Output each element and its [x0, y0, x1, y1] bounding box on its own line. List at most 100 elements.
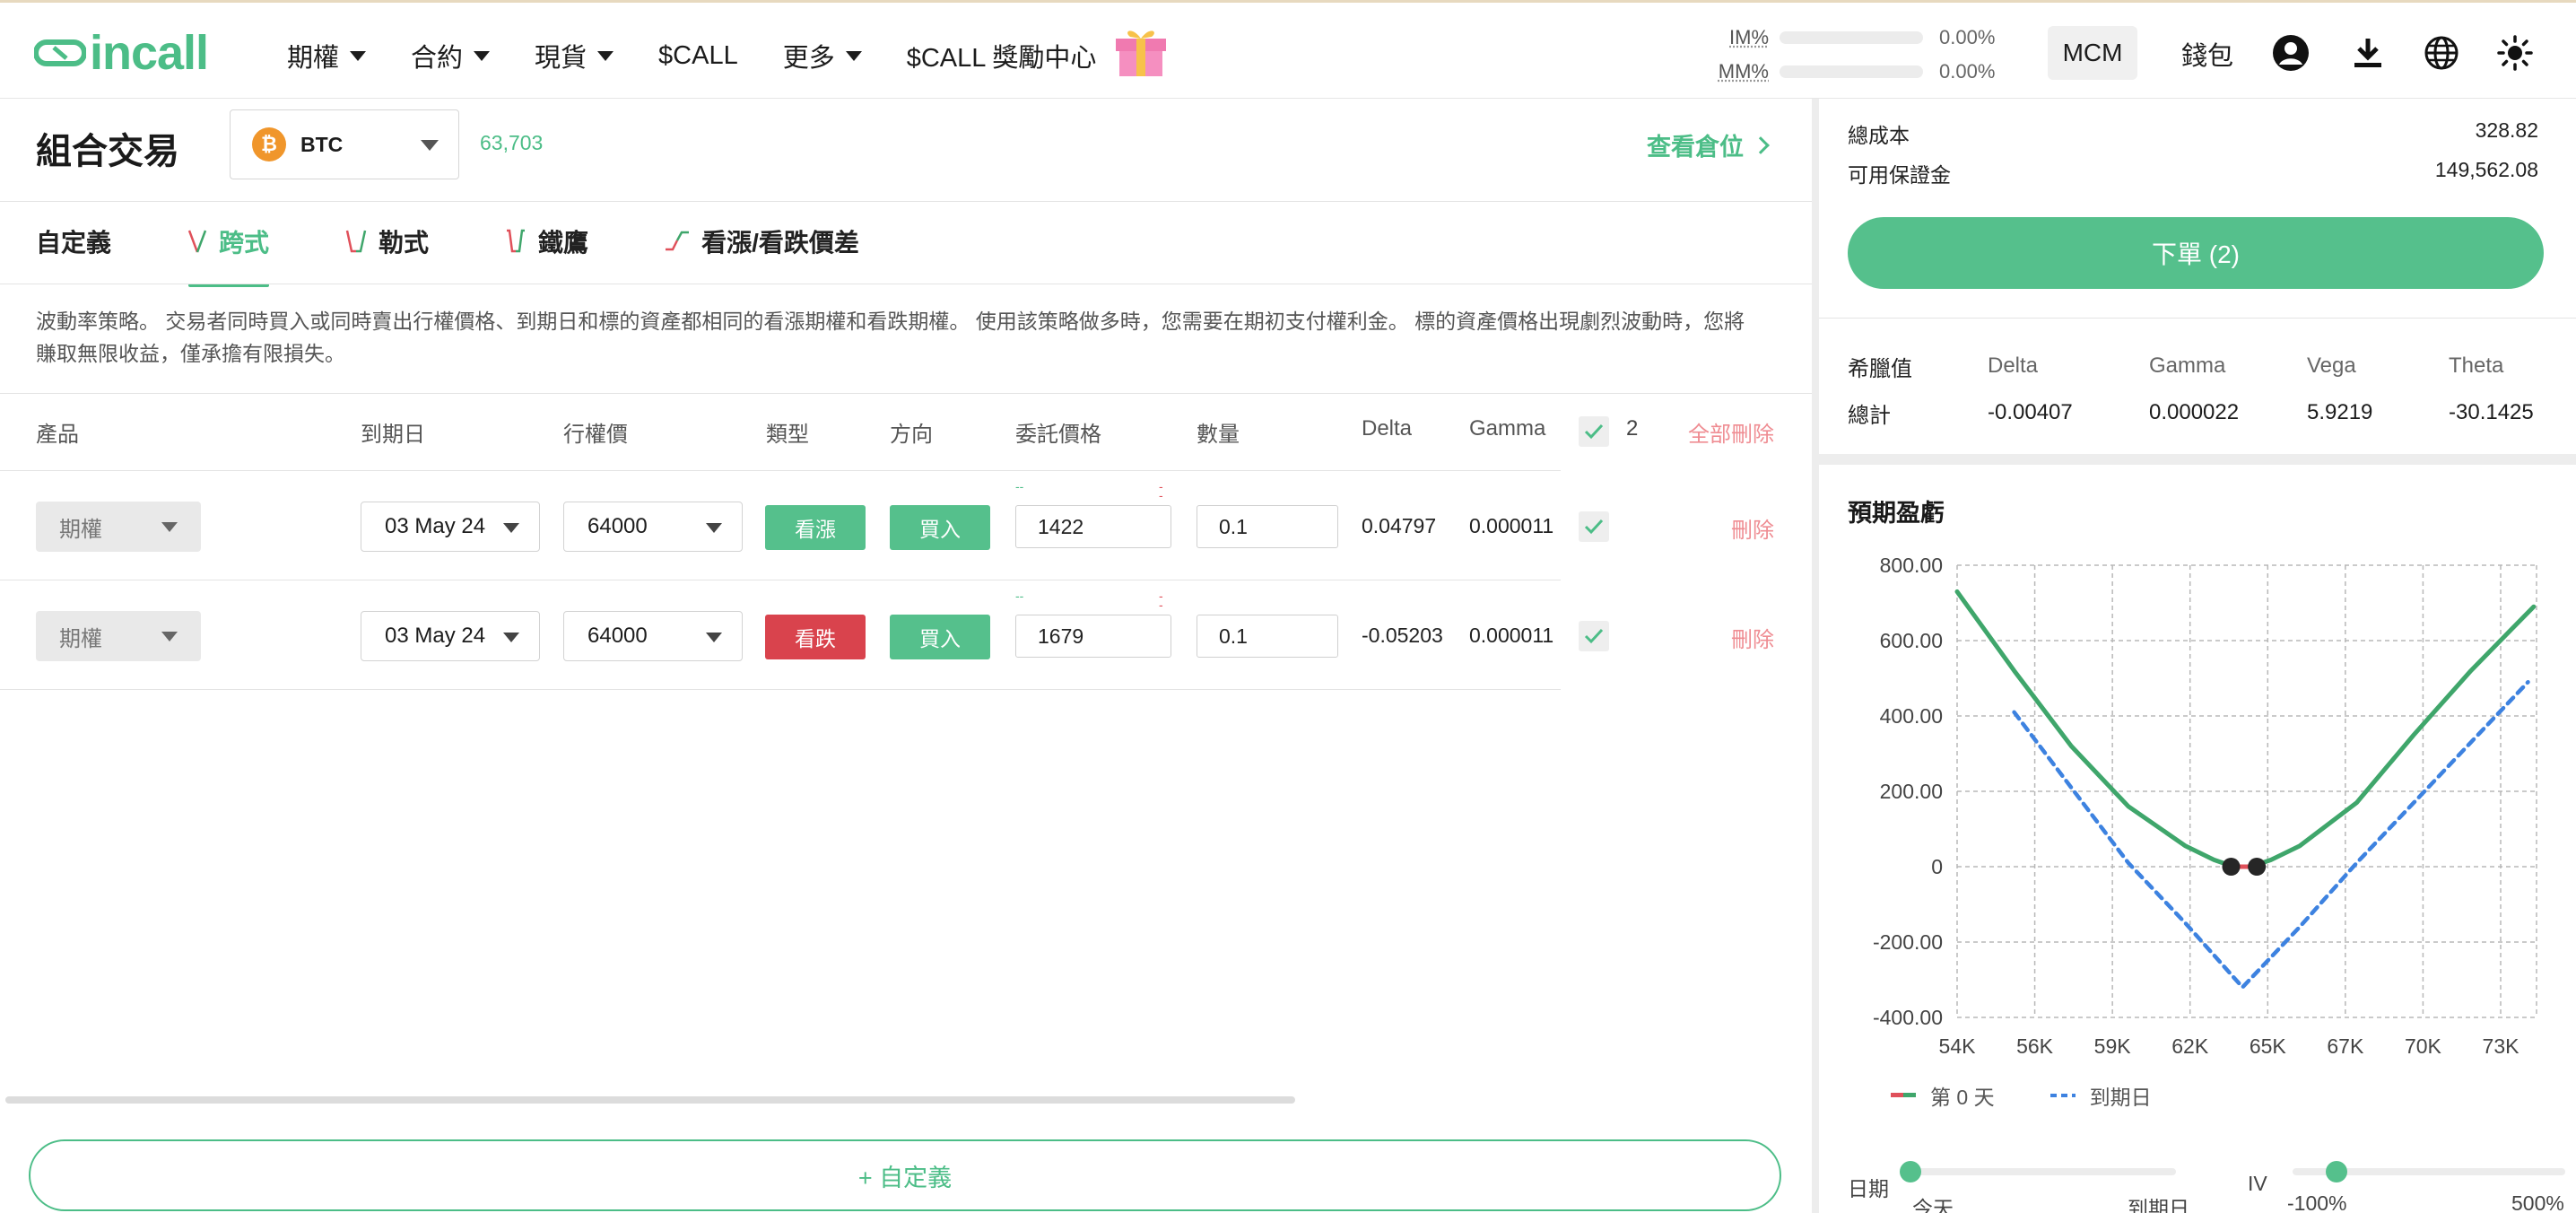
col-gamma: Gamma: [1469, 416, 1546, 441]
col-product: 產品: [36, 423, 79, 447]
direction-buy-button[interactable]: 買入: [890, 505, 990, 550]
date-slider-thumb[interactable]: [1900, 1161, 1921, 1182]
delta-value: 0.04797: [1362, 514, 1437, 537]
sun-icon[interactable]: [2495, 33, 2535, 73]
type-put-button[interactable]: 看跌: [765, 615, 866, 659]
y-tick-label: 200.00: [1880, 780, 1943, 803]
iv-slider-max: 500%: [2511, 1191, 2564, 1213]
download-icon[interactable]: [2348, 33, 2388, 73]
iv-slider-label: IV: [2248, 1172, 2267, 1195]
col-expiry: 到期日: [361, 423, 425, 447]
total-cost-label: 總成本: [1848, 124, 1910, 147]
im-row: IM% 0.00%: [1713, 21, 1995, 55]
chevron-down-icon: [503, 523, 519, 533]
ask-tick: --: [1159, 479, 1163, 502]
delete-all-button[interactable]: 全部刪除: [1688, 416, 1774, 448]
bid-tick: --: [1015, 589, 1024, 603]
combo-trade-panel: 組合交易 ₿ BTC 63,703 查看倉位 自定義 跨式 勒式 鐵鷹 看漲/看…: [0, 99, 1812, 1213]
strike-value: 64000: [587, 624, 648, 648]
type-call-button[interactable]: 看漲: [765, 505, 866, 550]
product-value: 期權: [59, 517, 102, 542]
legend-day0-label: 第 0 天: [1930, 1086, 1995, 1109]
straddle-icon: [187, 230, 207, 253]
x-tick-label: 67K: [2327, 1034, 2364, 1058]
nav-futures[interactable]: 合約: [411, 37, 491, 74]
view-positions-link[interactable]: 查看倉位: [1647, 127, 1770, 162]
im-value: 0.00%: [1939, 26, 1996, 48]
y-tick-label: 800.00: [1880, 554, 1943, 577]
mm-bar: [1780, 65, 1923, 78]
expiry-select[interactable]: 03 May 24: [361, 502, 540, 552]
margin-mode-button[interactable]: MCM: [2048, 26, 2137, 80]
order-price-input[interactable]: 1422: [1015, 505, 1171, 548]
nav-spot[interactable]: 現貨: [535, 37, 614, 74]
nav-rewards-center[interactable]: $CALL 獎勵中心: [907, 31, 1171, 78]
direction-buy-button[interactable]: 買入: [890, 615, 990, 659]
main-nav: 期權 合約 現貨 $CALL 更多 $CALL 獎勵中心: [287, 31, 1214, 78]
date-slider-max: 到期日: [2128, 1197, 2189, 1213]
strike-select[interactable]: 64000: [563, 502, 743, 552]
divider: [1819, 454, 2576, 465]
divider: [1819, 318, 2576, 319]
gamma-value: 0.000011: [1469, 624, 1554, 647]
bid-ask-ticks: -- --: [1015, 480, 1166, 502]
delete-row-button[interactable]: 刪除: [1731, 512, 1774, 544]
col-type: 類型: [766, 423, 809, 447]
date-slider-track[interactable]: [1910, 1168, 2176, 1175]
quantity-input[interactable]: 0.1: [1197, 505, 1338, 548]
total-gamma: 0.000022: [2149, 400, 2240, 424]
strike-value: 64000: [587, 514, 648, 538]
user-icon[interactable]: [2271, 33, 2311, 73]
tab-strangle[interactable]: 勒式: [344, 219, 429, 264]
index-price: 63,703: [480, 131, 544, 154]
product-select[interactable]: 期權: [36, 502, 201, 552]
product-select[interactable]: 期權: [36, 611, 201, 661]
chevron-down-icon: [503, 633, 519, 642]
legend-day0[interactable]: 第 0 天: [1891, 1080, 1995, 1111]
place-order-button[interactable]: 下單 (2): [1848, 217, 2544, 289]
y-tick-label: -200.00: [1873, 930, 1943, 954]
select-all-checkbox[interactable]: [1579, 416, 1609, 447]
strangle-icon: [345, 230, 367, 253]
horizontal-scrollbar[interactable]: [5, 1096, 1295, 1104]
tab-iron-condor-label: 鐵鷹: [538, 229, 589, 257]
expiry-select[interactable]: 03 May 24: [361, 611, 540, 661]
tab-spread[interactable]: 看漲/看跌價差: [664, 219, 859, 264]
iron-condor-icon: [507, 229, 526, 253]
chart-legend: 第 0 天 到期日: [1891, 1080, 2207, 1111]
tab-straddle[interactable]: 跨式: [187, 219, 270, 287]
nav-more[interactable]: 更多: [783, 37, 862, 74]
legend-expiry-swatch: [2049, 1094, 2076, 1097]
strike-select[interactable]: 64000: [563, 611, 743, 661]
delete-row-button[interactable]: 刪除: [1731, 622, 1774, 653]
bid-ask-ticks: -- --: [1015, 589, 1166, 611]
tab-custom[interactable]: 自定義: [36, 219, 111, 264]
expiry-value: 03 May 24: [385, 624, 486, 648]
chevron-down-icon: [706, 523, 722, 533]
row-checkbox[interactable]: [1579, 511, 1609, 542]
x-tick-label: 59K: [2094, 1034, 2132, 1058]
tab-iron-condor[interactable]: 鐵鷹: [504, 219, 588, 264]
iv-slider-thumb[interactable]: [2325, 1161, 2347, 1182]
coincall-logo[interactable]: incall: [34, 26, 209, 80]
nav-call-token[interactable]: $CALL: [658, 41, 738, 71]
series-day0-line: [1954, 589, 2537, 869]
col-order-price: 委託價格: [1015, 423, 1101, 447]
chevron-down-icon: [350, 50, 367, 61]
wallet-link[interactable]: 錢包: [2181, 35, 2233, 73]
quantity-input[interactable]: 0.1: [1197, 615, 1338, 658]
spread-icon: [666, 231, 690, 251]
asset-selector[interactable]: ₿ BTC: [230, 109, 459, 179]
order-price-input[interactable]: 1679: [1015, 615, 1171, 658]
legend-expiry[interactable]: 到期日: [2049, 1080, 2152, 1111]
row-checkbox[interactable]: [1579, 621, 1609, 651]
nav-spot-label: 現貨: [535, 44, 587, 73]
add-custom-leg-button[interactable]: + 自定義: [29, 1139, 1781, 1211]
logo-mark-icon: [34, 39, 86, 66]
im-label[interactable]: IM%: [1713, 26, 1769, 49]
order-summary-panel: 總成本 328.82 可用保證金 149,562.08 下單 (2) 希臘值 D…: [1819, 99, 2576, 1213]
globe-icon[interactable]: [2422, 33, 2461, 73]
nav-options[interactable]: 期權: [287, 37, 367, 74]
greeks-header: 希臘值 Delta Gamma Vega Theta: [1848, 343, 2547, 389]
mm-label[interactable]: MM%: [1713, 60, 1769, 83]
